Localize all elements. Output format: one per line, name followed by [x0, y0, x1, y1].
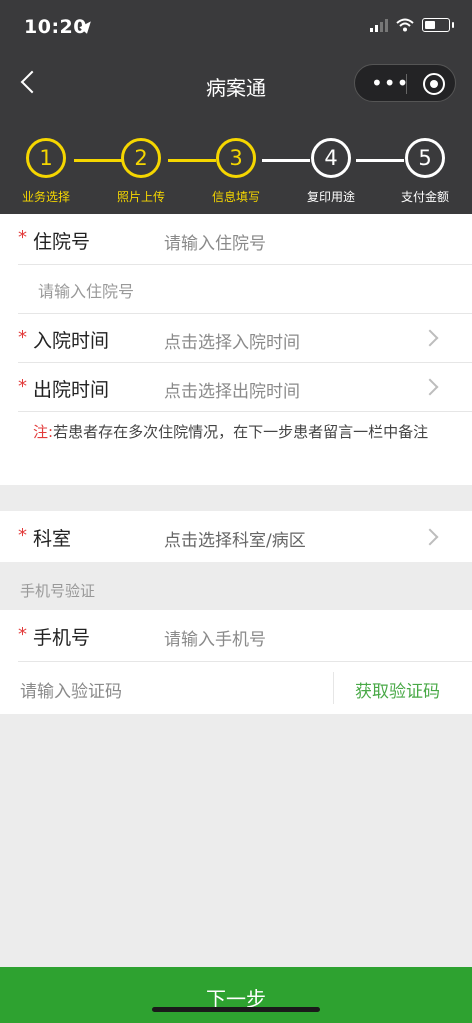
chevron-right-icon: [421, 528, 439, 546]
step-3-label: 信息填写: [211, 190, 260, 204]
step-connector: [168, 159, 216, 162]
home-indicator: [152, 1007, 320, 1012]
step-4-circle: 4: [311, 138, 351, 178]
step-1-circle: 1: [26, 138, 66, 178]
phone-input[interactable]: 请输入手机号: [164, 625, 266, 650]
required-mark: *: [18, 376, 27, 397]
required-mark: *: [18, 624, 27, 645]
admission-no-label: 住院号: [33, 231, 91, 253]
admission-time-label: 入院时间: [33, 330, 110, 352]
required-mark: *: [18, 327, 27, 348]
divider: [18, 411, 472, 412]
step-connector: [356, 159, 404, 162]
chevron-right-icon: [421, 378, 439, 396]
nav-bar: 病案通 •••: [0, 58, 472, 108]
department-label: 科室: [33, 528, 72, 550]
step-5-circle: 5: [405, 138, 445, 178]
more-icon[interactable]: •••: [371, 73, 409, 93]
admission-time-row[interactable]: * 入院时间 点击选择入院时间: [0, 314, 472, 362]
admission-no-input[interactable]: 请输入住院号: [164, 229, 266, 254]
status-time: 10:20: [24, 16, 87, 38]
required-mark: *: [18, 525, 27, 546]
vertical-divider: [333, 672, 334, 704]
required-mark: *: [18, 227, 27, 248]
step-4-label: 复印用途: [306, 190, 355, 204]
step-5-label: 支付金额: [400, 190, 449, 204]
step-1-label: 业务选择: [21, 190, 70, 204]
step-connector: [74, 159, 122, 162]
status-bar: 10:20: [0, 0, 472, 58]
status-icons: [370, 18, 454, 32]
get-verify-code-button[interactable]: 获取验证码: [355, 677, 440, 702]
progress-steps: 1 2 3 4 5 业务选择 照片上传 信息填写 复印用途 支付金额: [0, 134, 472, 214]
discharge-time-row[interactable]: * 出院时间 点击选择出院时间: [0, 363, 472, 411]
note-text: 若患者存在多次住院情况，在下一步患者留言一栏中备注: [53, 423, 429, 441]
discharge-time-picker[interactable]: 点击选择出院时间: [164, 377, 300, 402]
wifi-icon: [396, 18, 414, 32]
phone-section-title: 手机号验证: [20, 582, 96, 600]
verify-code-row: 请输入验证码 获取验证码: [0, 662, 472, 714]
chevron-right-icon: [421, 329, 439, 347]
step-connector: [262, 159, 310, 162]
admission-time-picker[interactable]: 点击选择入院时间: [164, 328, 300, 353]
admission-no-extra-row[interactable]: 请输入住院号: [0, 265, 472, 313]
discharge-time-label: 出院时间: [33, 379, 110, 401]
step-2-label: 照片上传: [116, 190, 165, 204]
header: 10:20 病案通 ••• 1 2 3 4 5 业务选择 照片上传 信息填写 复…: [0, 0, 472, 214]
close-target-icon[interactable]: [423, 73, 445, 95]
phone-row[interactable]: * 手机号 请输入手机号: [0, 610, 472, 661]
cellular-signal-icon: [370, 18, 388, 32]
multi-admission-note: 注:若患者存在多次住院情况，在下一步患者留言一栏中备注: [33, 420, 453, 444]
verify-code-input[interactable]: 请输入验证码: [20, 677, 122, 702]
step-3-circle: 3: [216, 138, 256, 178]
department-picker[interactable]: 点击选择科室/病区: [164, 526, 306, 551]
phone-label: 手机号: [33, 627, 91, 649]
battery-icon: [422, 18, 454, 32]
admission-no-extra-input[interactable]: 请输入住院号: [38, 278, 134, 302]
mini-program-capsule: •••: [354, 64, 456, 102]
department-panel[interactable]: * 科室 点击选择科室/病区: [0, 511, 472, 562]
step-2-circle: 2: [121, 138, 161, 178]
next-step-button[interactable]: 下一步: [0, 967, 472, 1023]
capsule-divider: [406, 74, 407, 94]
note-prefix: 注:: [33, 423, 54, 441]
admission-no-row[interactable]: * 住院号 请输入住院号: [0, 214, 472, 264]
